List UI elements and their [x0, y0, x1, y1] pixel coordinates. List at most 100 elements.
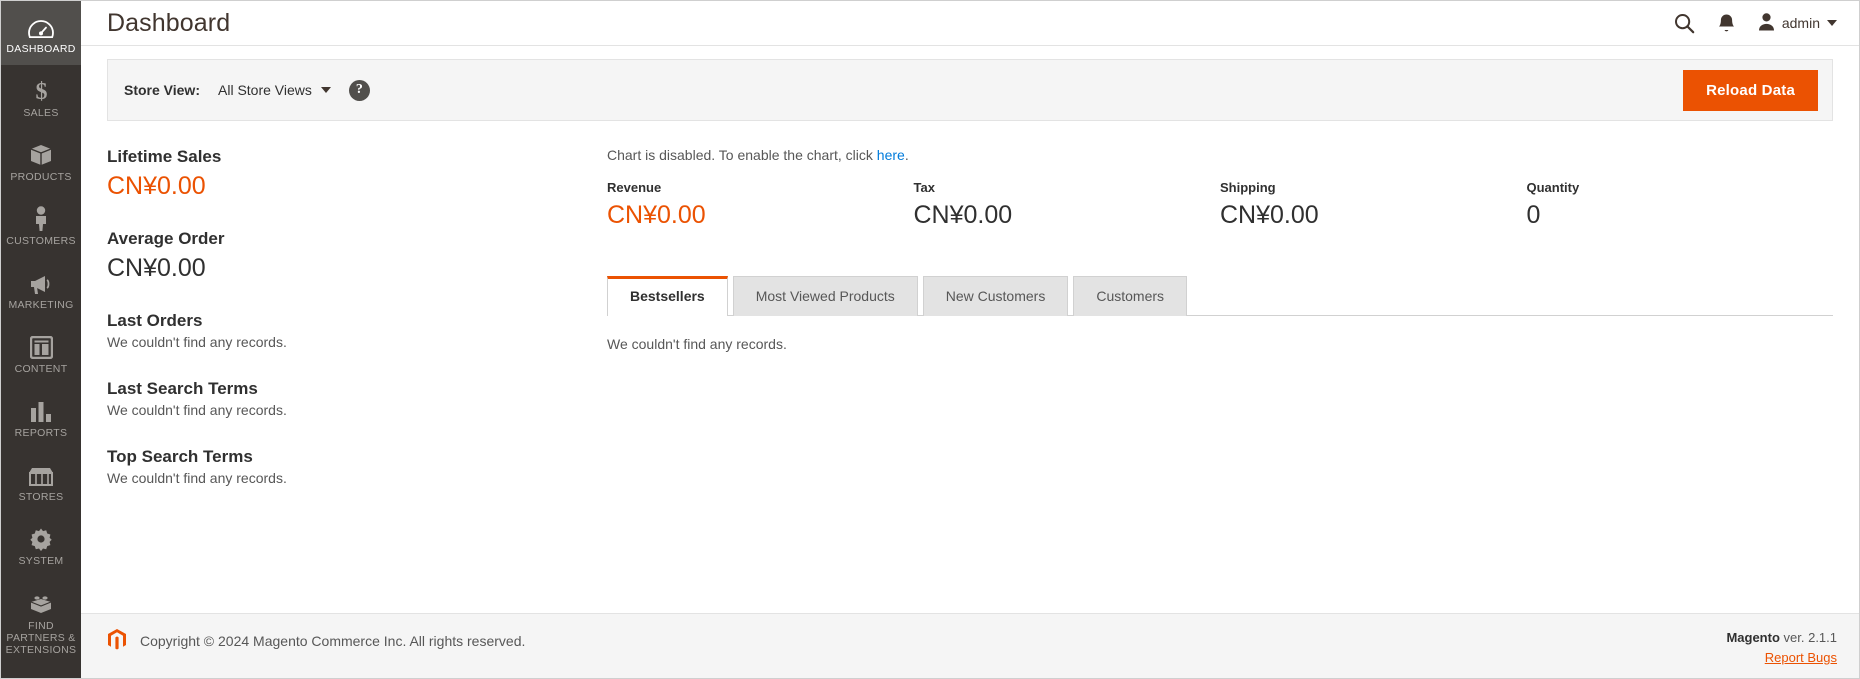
sidebar-item-label: FIND PARTNERS & EXTENSIONS	[5, 620, 77, 656]
kpi-value: CN¥0.00	[607, 201, 706, 229]
sidebar-item-reports[interactable]: REPORTS	[1, 385, 81, 449]
page-footer: Copyright © 2024 Magento Commerce Inc. A…	[81, 613, 1859, 678]
lifetime-sales-title: Lifetime Sales	[107, 147, 222, 166]
enable-chart-link[interactable]: here	[877, 147, 905, 163]
version-line: Magento ver. 2.1.1	[1726, 628, 1837, 648]
sidebar-item-label: DASHBOARD	[6, 43, 76, 55]
kpi-value: CN¥0.00	[1220, 201, 1319, 229]
average-order-title: Average Order	[107, 229, 225, 248]
lifetime-sales-value: CN¥0.00	[107, 172, 206, 200]
sidebar-item-customers[interactable]: CUSTOMERS	[1, 193, 81, 257]
kpi-value: 0	[1526, 201, 1541, 229]
kpi-quantity: Quantity 0	[1527, 180, 1834, 230]
chart-message-prefix: Chart is disabled. To enable the chart, …	[607, 147, 877, 163]
top-search-terms-title: Top Search Terms	[107, 447, 253, 466]
top-search-terms-block: Top Search Terms We couldn't find any re…	[107, 447, 607, 486]
sidebar-item-sales[interactable]: $ SALES	[1, 65, 81, 129]
bar-chart-icon	[3, 396, 79, 423]
sidebar-item-label: PRODUCTS	[10, 171, 72, 183]
lego-brick-icon	[3, 589, 79, 616]
person-icon	[1758, 12, 1775, 34]
sidebar-item-marketing[interactable]: MARKETING	[1, 257, 81, 321]
question-mark-icon[interactable]: ?	[348, 79, 370, 101]
kpi-label: Tax	[913, 180, 935, 195]
magento-logo-icon	[107, 628, 127, 653]
store-view-bar: Store View: All Store Views ? Reload Dat…	[107, 59, 1833, 121]
tab-panel-bestsellers: We couldn't find any records.	[607, 316, 1833, 352]
box-icon	[3, 140, 79, 167]
kpi-label: Revenue	[607, 180, 662, 195]
lifetime-sales-block: Lifetime Sales CN¥0.00	[107, 147, 607, 201]
sidebar-item-products[interactable]: PRODUCTS	[1, 129, 81, 193]
kpi-label: Quantity	[1526, 180, 1580, 195]
page-title: Dashboard	[107, 8, 231, 37]
svg-text:$: $	[35, 79, 47, 103]
version-area: Magento ver. 2.1.1 Report Bugs	[1726, 628, 1837, 668]
sidebar-item-dashboard[interactable]: DASHBOARD	[1, 1, 81, 65]
layout-icon	[3, 332, 79, 359]
store-view-select[interactable]: All Store Views	[218, 82, 331, 98]
content-wrapper: Store View: All Store Views ? Reload Dat…	[81, 46, 1859, 678]
sidebar-item-label: MARKETING	[8, 299, 74, 311]
average-order-value: CN¥0.00	[107, 254, 206, 282]
store-view-label: Store View:	[124, 82, 200, 98]
sidebar-item-stores[interactable]: STORES	[1, 449, 81, 513]
dashboard-tabs-container: Bestsellers Most Viewed Products New Cus…	[607, 275, 1833, 316]
sidebar-item-system[interactable]: SYSTEM	[1, 513, 81, 577]
average-order-block: Average Order CN¥0.00	[107, 229, 607, 283]
kpi-row: Revenue CN¥0.00 Tax CN¥0.00 Shipping CN¥…	[607, 180, 1833, 230]
chart-disabled-message: Chart is disabled. To enable the chart, …	[607, 147, 1833, 163]
last-search-terms-title: Last Search Terms	[107, 379, 258, 398]
main-area: Dashboard admin Store View: All Store Vi…	[81, 1, 1859, 678]
sidebar-item-label: SALES	[23, 107, 59, 119]
top-search-terms-empty: We couldn't find any records.	[107, 470, 287, 486]
admin-dashboard-window: DASHBOARD $ SALES PRODUCTS CUSTOMERS MAR…	[0, 0, 1860, 679]
sidebar-item-content[interactable]: CONTENT	[1, 321, 81, 385]
sidebar-item-label: REPORTS	[14, 427, 68, 439]
main-sidebar: DASHBOARD $ SALES PRODUCTS CUSTOMERS MAR…	[1, 1, 81, 678]
sidebar-item-label: STORES	[18, 491, 64, 503]
header-actions: admin	[1674, 12, 1837, 34]
version-number: ver. 2.1.1	[1779, 630, 1837, 645]
chevron-down-icon	[320, 87, 331, 93]
reload-data-button[interactable]: Reload Data	[1683, 69, 1818, 111]
sidebar-item-find-partners-extensions[interactable]: FIND PARTNERS & EXTENSIONS	[1, 578, 81, 678]
copyright-area: Copyright © 2024 Magento Commerce Inc. A…	[107, 628, 525, 653]
kpi-revenue: Revenue CN¥0.00	[607, 180, 914, 230]
sidebar-item-label: CUSTOMERS	[6, 235, 76, 247]
last-orders-title: Last Orders	[107, 311, 203, 330]
tab-customers[interactable]: Customers	[1073, 276, 1188, 316]
tab-bestsellers[interactable]: Bestsellers	[607, 276, 728, 316]
kpi-value: CN¥0.00	[913, 201, 1013, 229]
last-orders-empty: We couldn't find any records.	[107, 334, 287, 350]
dollar-icon: $	[3, 76, 79, 103]
store-view-controls: Store View: All Store Views ?	[124, 79, 370, 101]
megaphone-icon	[3, 268, 79, 295]
gear-icon	[3, 524, 79, 551]
storefront-icon	[3, 460, 79, 487]
report-bugs-link[interactable]: Report Bugs	[1765, 650, 1837, 665]
chart-message-suffix: .	[904, 147, 909, 163]
dashboard-tabs: Bestsellers Most Viewed Products New Cus…	[607, 275, 1833, 316]
last-search-terms-empty: We couldn't find any records.	[107, 402, 287, 418]
admin-user-menu[interactable]: admin	[1758, 12, 1837, 34]
person-icon	[3, 204, 79, 231]
tab-new-customers[interactable]: New Customers	[922, 276, 1069, 316]
bell-icon[interactable]	[1717, 13, 1736, 34]
top-header-bar: Dashboard admin	[81, 1, 1859, 46]
admin-user-name: admin	[1781, 15, 1820, 31]
kpi-shipping: Shipping CN¥0.00	[1220, 180, 1527, 230]
store-view-selected-value: All Store Views	[218, 82, 312, 98]
dashboard-body: Lifetime Sales CN¥0.00 Average Order CN¥…	[81, 121, 1859, 613]
search-icon[interactable]	[1674, 13, 1695, 34]
kpi-label: Shipping	[1220, 180, 1276, 195]
sidebar-item-label: SYSTEM	[18, 555, 64, 567]
sidebar-item-label: CONTENT	[14, 363, 68, 375]
dashboard-right-column: Chart is disabled. To enable the chart, …	[607, 147, 1833, 613]
tab-panel-empty-message: We couldn't find any records.	[607, 336, 787, 352]
copyright-text: Copyright © 2024 Magento Commerce Inc. A…	[140, 632, 526, 649]
tab-most-viewed-products[interactable]: Most Viewed Products	[732, 276, 918, 316]
last-orders-block: Last Orders We couldn't find any records…	[107, 311, 607, 350]
magento-brand: Magento	[1726, 630, 1780, 645]
kpi-tax: Tax CN¥0.00	[914, 180, 1221, 230]
